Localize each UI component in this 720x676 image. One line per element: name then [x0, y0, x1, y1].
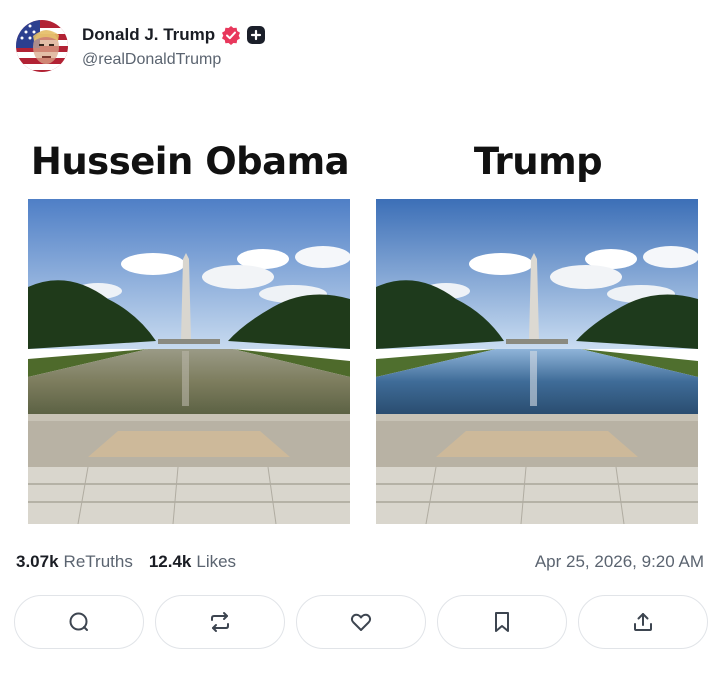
retruth-icon — [211, 612, 229, 632]
share-button[interactable] — [578, 595, 708, 649]
likes-label[interactable]: Likes — [196, 552, 236, 572]
retruths-label[interactable]: ReTruths — [64, 552, 133, 572]
post-header: Donald J. Trump @realDonaldTrump — [16, 20, 266, 72]
bookmark-icon — [495, 612, 509, 632]
reply-icon — [69, 612, 88, 631]
verified-icon — [221, 25, 241, 45]
likes-count[interactable]: 12.4k — [149, 552, 192, 572]
like-icon — [350, 613, 372, 631]
retruth-button[interactable] — [155, 595, 285, 649]
post-stats: 3.07k ReTruths 12.4k Likes — [16, 550, 252, 574]
image-panel-right: Trump — [376, 110, 700, 534]
panel-title: Hussein Obama — [30, 140, 350, 183]
reply-button[interactable] — [14, 595, 144, 649]
reflecting-pool-photo — [376, 199, 698, 524]
post-timestamp: Apr 25, 2026, 9:20 AM — [534, 552, 704, 571]
action-bar — [14, 595, 708, 649]
avatar[interactable] — [16, 20, 68, 72]
post-image[interactable]: Hussein Obama Trump — [16, 110, 704, 534]
like-button[interactable] — [296, 595, 426, 649]
retruths-count[interactable]: 3.07k — [16, 552, 59, 572]
bookmark-button[interactable] — [437, 595, 567, 649]
image-panel-left: Hussein Obama — [28, 110, 352, 534]
display-name[interactable]: Donald J. Trump — [82, 25, 215, 45]
panel-title: Trump — [473, 140, 603, 183]
share-icon — [634, 613, 652, 631]
plus-icon — [247, 26, 266, 44]
handle[interactable]: @realDonaldTrump — [82, 51, 265, 69]
reflecting-pool-photo — [28, 199, 350, 524]
